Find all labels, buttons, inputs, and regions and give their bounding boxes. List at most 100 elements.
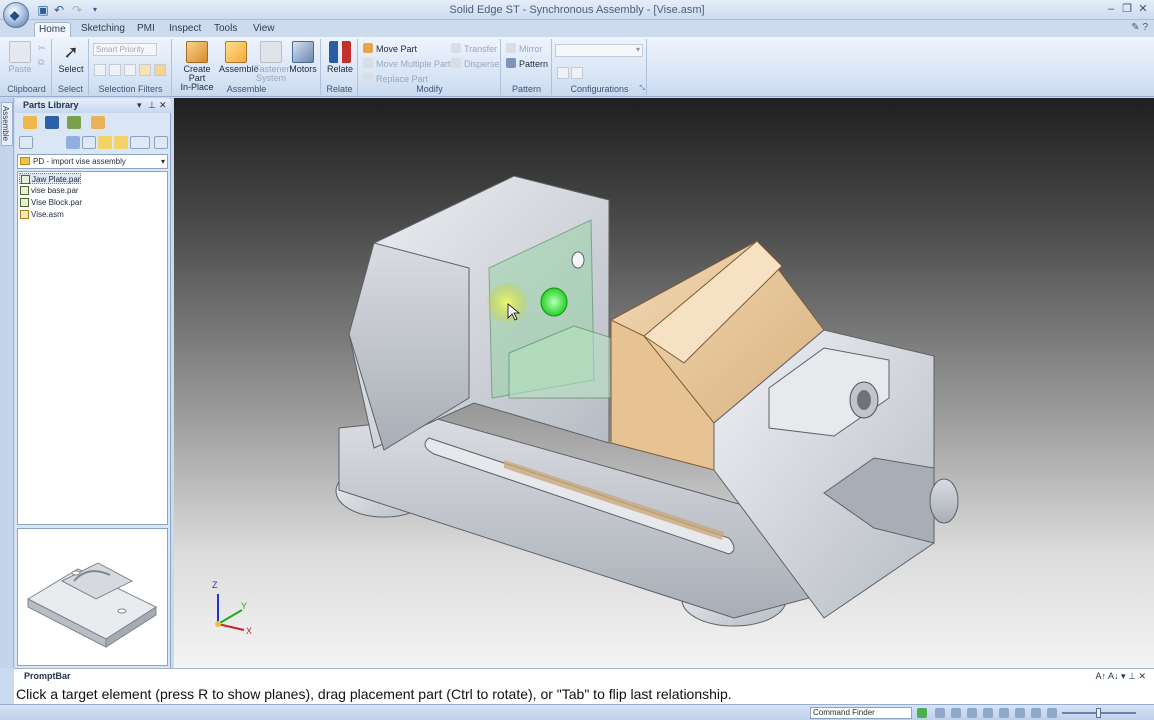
transfer-button[interactable]: Transfer bbox=[451, 43, 497, 54]
list-item[interactable]: Vise Block.par bbox=[19, 197, 82, 208]
promptbar-menu-icon[interactable]: ▾ bbox=[1121, 671, 1126, 681]
add-copy-icon[interactable] bbox=[45, 116, 59, 129]
restore-button[interactable]: ❐ bbox=[1120, 3, 1134, 16]
app-logo-icon: ◆ bbox=[10, 8, 20, 22]
z-axis-label: Z bbox=[212, 580, 218, 590]
new-folder-icon[interactable] bbox=[98, 136, 112, 149]
close-button[interactable]: ✕ bbox=[1136, 3, 1150, 16]
disperse-button[interactable]: Disperse bbox=[451, 58, 500, 69]
status-bar: Command Finder bbox=[0, 704, 1154, 720]
filter-assembly-icon[interactable] bbox=[154, 64, 166, 76]
list-item[interactable]: vise base.par bbox=[19, 185, 79, 196]
cut-icon[interactable]: ✂ bbox=[38, 43, 46, 54]
add-part-icon[interactable] bbox=[23, 116, 37, 129]
jaw-plate-preview bbox=[26, 562, 158, 648]
help-icons[interactable]: ✎ ? bbox=[1131, 22, 1148, 33]
motors-button[interactable]: Motors bbox=[288, 41, 318, 74]
filter-vertex-icon[interactable] bbox=[94, 64, 106, 76]
relate-icon bbox=[329, 41, 351, 63]
display-config-icon[interactable] bbox=[557, 67, 569, 79]
group-assemble: Create Part In-Place Assemble Fastener Sys… bbox=[173, 39, 321, 95]
graphics-window[interactable]: Z Y X bbox=[174, 98, 1154, 668]
vise-assembly-model[interactable]: Z Y X bbox=[174, 98, 1154, 668]
fastener-system-button[interactable]: Fastener System bbox=[254, 41, 290, 83]
back-icon[interactable] bbox=[82, 136, 96, 149]
move-multiple-parts-button[interactable]: Move Multiple Parts bbox=[363, 58, 455, 69]
folder-icon[interactable] bbox=[114, 136, 128, 149]
transfer-label: Transfer bbox=[464, 44, 498, 54]
views-icon[interactable] bbox=[130, 136, 150, 149]
zoom-slider-thumb[interactable] bbox=[1096, 708, 1101, 718]
tab-home[interactable]: Home bbox=[34, 22, 71, 37]
assemble-button[interactable]: Assemble bbox=[219, 41, 259, 74]
filter-edge-icon[interactable] bbox=[109, 64, 121, 76]
font-increase-icon[interactable]: A↑ bbox=[1095, 671, 1106, 681]
view-options-icon[interactable] bbox=[66, 136, 80, 149]
select-button[interactable]: ➚ Select bbox=[57, 41, 85, 74]
tab-tools[interactable]: Tools bbox=[210, 22, 241, 37]
render-mode-icon[interactable] bbox=[1031, 708, 1041, 718]
filter-part-icon[interactable] bbox=[139, 64, 151, 76]
x-axis-label: X bbox=[246, 626, 252, 636]
configuration-dropdown[interactable]: ▾ bbox=[555, 44, 643, 57]
highlighted-hole[interactable] bbox=[540, 287, 568, 317]
search-icon[interactable] bbox=[154, 136, 168, 149]
family-icon[interactable] bbox=[67, 116, 81, 129]
motors-icon bbox=[292, 41, 314, 63]
group-clipboard: Paste ✂ ⧉ Clipboard bbox=[2, 39, 52, 95]
application-button[interactable]: ◆ bbox=[3, 2, 29, 28]
folder-dropdown[interactable]: PD - import vise assembly ▾ bbox=[17, 154, 168, 169]
pin-icon[interactable]: ⊥ bbox=[148, 100, 156, 111]
promptbar-close-icon[interactable]: ✕ bbox=[1138, 671, 1146, 681]
replace-part-icon bbox=[363, 73, 373, 83]
smart-priority-dropdown[interactable]: Smart Priority bbox=[93, 43, 157, 56]
fit-icon[interactable] bbox=[967, 708, 977, 718]
shading-icon[interactable] bbox=[1047, 708, 1057, 718]
relate-group-label: Relate bbox=[326, 84, 353, 94]
font-decrease-icon[interactable]: A↓ bbox=[1108, 671, 1119, 681]
tab-view[interactable]: View bbox=[249, 22, 279, 37]
configurations-launcher-icon[interactable]: ⤡ bbox=[639, 85, 645, 93]
go-icon[interactable] bbox=[917, 708, 927, 718]
view-orient-icon[interactable] bbox=[1015, 708, 1025, 718]
paste-button[interactable]: Paste bbox=[6, 41, 34, 74]
copy-icon[interactable]: ⧉ bbox=[38, 57, 44, 68]
assemble-dock-label: Assemble bbox=[1, 105, 11, 142]
pattern-button[interactable]: Pattern bbox=[506, 58, 548, 69]
command-finder-input[interactable]: Command Finder bbox=[810, 707, 912, 719]
panel-menu-icon[interactable]: ▾ bbox=[137, 100, 142, 111]
filter-icons bbox=[94, 64, 168, 78]
rotate-icon[interactable] bbox=[999, 708, 1009, 718]
pan-icon[interactable] bbox=[983, 708, 993, 718]
zoom-area-icon[interactable] bbox=[935, 708, 945, 718]
assemble-dock-tab[interactable]: Assemble bbox=[1, 102, 13, 146]
pattern-label: Pattern bbox=[519, 59, 549, 69]
move-part-button[interactable]: Move Part bbox=[363, 43, 417, 54]
replace-part-button[interactable]: Replace Part bbox=[363, 73, 428, 84]
tab-pmi[interactable]: PMI bbox=[133, 22, 159, 37]
disperse-icon bbox=[451, 58, 461, 68]
panel-close-icon[interactable]: ✕ bbox=[159, 100, 167, 111]
mirror-icon bbox=[506, 43, 516, 53]
list-item[interactable]: Vise.asm bbox=[19, 209, 64, 220]
up-folder-icon[interactable] bbox=[19, 136, 33, 149]
dock-strip: Assemble bbox=[0, 98, 14, 668]
minimize-button[interactable]: – bbox=[1104, 3, 1118, 16]
promptbar-controls: A↑ A↓ ▾ ⊥ ✕ bbox=[1095, 671, 1146, 682]
options-icon[interactable]: ✎ bbox=[1131, 22, 1139, 33]
pattern-group-label: Pattern bbox=[511, 84, 542, 94]
mirror-button[interactable]: Mirror bbox=[506, 43, 543, 54]
save-config-icon[interactable] bbox=[571, 67, 583, 79]
tab-sketching[interactable]: Sketching bbox=[77, 22, 129, 37]
tab-inspect[interactable]: Inspect bbox=[165, 22, 205, 37]
item-label: Jaw Plate.par bbox=[32, 175, 81, 184]
relate-button[interactable]: Relate bbox=[325, 41, 355, 74]
zoom-icon[interactable] bbox=[951, 708, 961, 718]
filter-face-icon[interactable] bbox=[124, 64, 136, 76]
ribbon-tabs: Home Sketching PMI Inspect Tools View ✎ … bbox=[0, 20, 1154, 37]
promptbar-pin-icon[interactable]: ⊥ bbox=[1128, 671, 1136, 681]
list-item[interactable]: Jaw Plate.par bbox=[19, 173, 82, 184]
library-icon[interactable] bbox=[91, 116, 105, 129]
assemble-label: Assemble bbox=[219, 64, 259, 74]
help-icon[interactable]: ? bbox=[1142, 22, 1148, 33]
